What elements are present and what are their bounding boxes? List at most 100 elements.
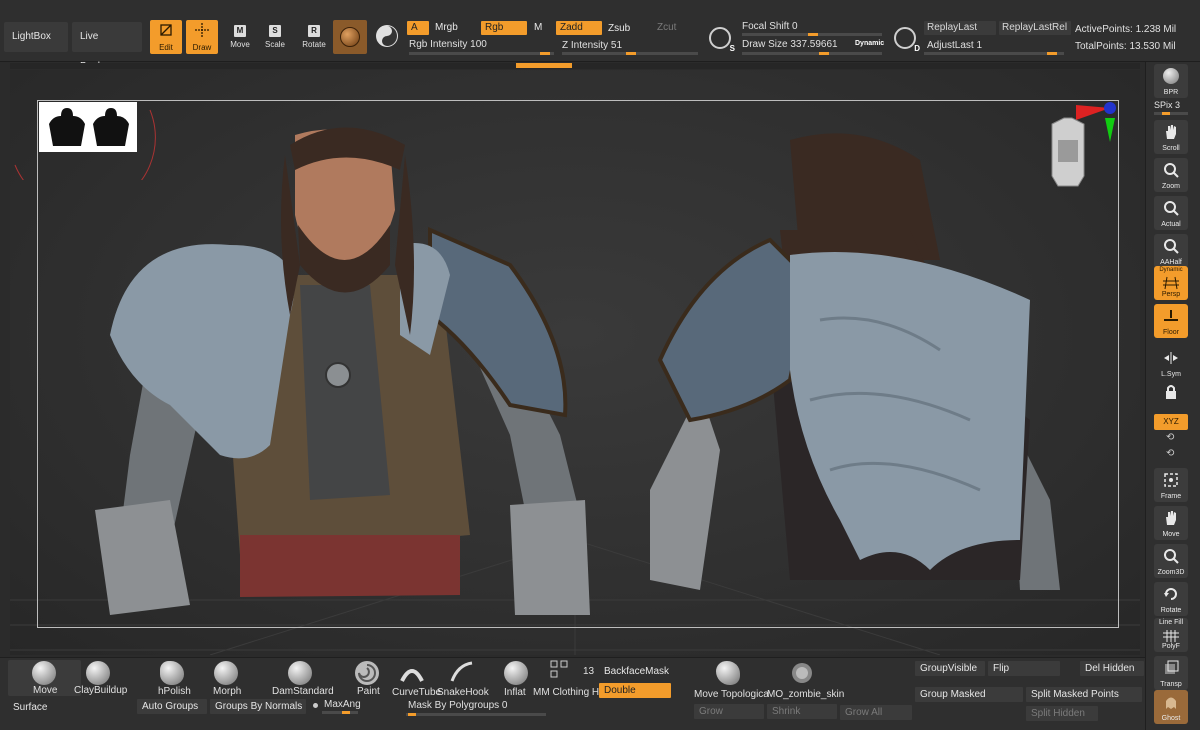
split-hidden-button[interactable]: Split Hidden: [1026, 706, 1098, 721]
mask-by-polygroups-slider[interactable]: [406, 713, 546, 716]
split-masked-points-button[interactable]: Split Masked Points: [1026, 687, 1142, 702]
max-angle-slider[interactable]: [322, 711, 358, 714]
replay-last-rel-button[interactable]: ReplayLastRel: [999, 21, 1071, 35]
a-toggle[interactable]: A: [407, 21, 429, 35]
transp-label: Transp: [1160, 681, 1182, 688]
double-toggle[interactable]: Double: [599, 683, 671, 698]
aahalf-button[interactable]: AAHalf: [1154, 234, 1188, 268]
draw-size-knob[interactable]: [819, 52, 829, 55]
lsym-label: L.Sym: [1161, 371, 1181, 378]
polyf-button[interactable]: Line Fill PolyF: [1154, 618, 1188, 652]
lsym-button[interactable]: L.Sym: [1154, 346, 1188, 380]
texture-button[interactable]: [376, 25, 398, 47]
symmetry-arrows-icon: [1164, 352, 1178, 364]
zoom3d-button[interactable]: Zoom3D: [1154, 544, 1188, 578]
brush-mm-clothing[interactable]: MM Clothing Ha: [533, 687, 605, 698]
material-button[interactable]: [333, 20, 367, 54]
frame-button[interactable]: Frame: [1154, 468, 1188, 502]
zoom-label: Zoom: [1162, 183, 1180, 190]
character-front-view[interactable]: [90, 115, 590, 625]
magnifier-actual-icon: [1164, 201, 1179, 216]
zcut-toggle[interactable]: Zcut: [653, 21, 693, 35]
brush-inflat[interactable]: Inflat: [504, 687, 526, 698]
viewport-scrollbar-knob[interactable]: [516, 63, 572, 68]
group-visible-button[interactable]: GroupVisible: [915, 661, 985, 676]
brush-paint-icon: [353, 659, 381, 687]
live-boolean-button[interactable]: Live Boolean: [72, 22, 142, 72]
max-angle-knob[interactable]: [342, 711, 350, 714]
z-intensity-knob[interactable]: [626, 52, 637, 55]
brush-mm-clothing-icon: [549, 659, 577, 687]
draw-button[interactable]: Draw: [186, 20, 218, 54]
move-button[interactable]: M Move: [224, 25, 256, 53]
auto-groups-button[interactable]: Auto Groups: [137, 699, 207, 714]
brush-claybuildup[interactable]: ClayBuildup: [74, 685, 127, 696]
bpr-sphere-icon: [1163, 68, 1179, 84]
lock-button[interactable]: [1154, 380, 1188, 414]
floor-button[interactable]: Floor: [1154, 304, 1188, 338]
spix-knob[interactable]: [1162, 112, 1170, 115]
zoom3d-icon: [1164, 549, 1179, 564]
rotate-axis-icon[interactable]: ⟲: [1166, 432, 1174, 443]
rgb-intensity-knob[interactable]: [540, 52, 550, 55]
zadd-toggle[interactable]: Zadd: [556, 21, 602, 35]
mask-by-polygroups-knob[interactable]: [408, 713, 416, 716]
adjust-last-knob[interactable]: [1047, 52, 1057, 55]
surface-menu[interactable]: Surface: [8, 700, 80, 715]
rgb-toggle[interactable]: Rgb: [481, 21, 527, 35]
brush-inflat-icon: [502, 659, 530, 687]
s-mode-button[interactable]: S: [709, 27, 735, 53]
xyz-button[interactable]: XYZ: [1154, 414, 1188, 430]
brush-move[interactable]: Move: [33, 685, 57, 696]
rotate-axis-2-icon[interactable]: ⟲: [1166, 448, 1174, 459]
zsub-toggle[interactable]: Zsub: [604, 22, 650, 36]
m-toggle[interactable]: M: [530, 21, 550, 35]
flip-button[interactable]: Flip: [988, 661, 1060, 676]
draw-size-slider[interactable]: [742, 52, 882, 55]
rgb-intensity-slider[interactable]: [409, 52, 554, 55]
adjust-last-label: AdjustLast 1: [927, 40, 983, 51]
grow-button[interactable]: Grow: [694, 704, 764, 719]
z-axis-ball[interactable]: [1104, 102, 1116, 114]
brush-move-icon: [30, 659, 58, 687]
y-axis-arrow[interactable]: [1105, 118, 1115, 142]
focal-shift-knob[interactable]: [808, 33, 818, 36]
shrink-button[interactable]: Shrink: [767, 704, 837, 719]
persp-button[interactable]: Dynamic Persp: [1154, 266, 1188, 300]
frame-icon: [1164, 473, 1178, 487]
brush-move-topological[interactable]: Move Topologica: [694, 689, 769, 700]
edit-button[interactable]: Edit: [150, 20, 182, 54]
rotate-view-button[interactable]: Rotate: [1154, 582, 1188, 616]
adjust-last-slider[interactable]: [924, 52, 1064, 55]
actual-button[interactable]: Actual: [1154, 196, 1188, 230]
dynamic-toggle[interactable]: Dynamic: [855, 40, 884, 47]
brush-paint[interactable]: Paint: [357, 686, 380, 697]
scale-button[interactable]: S Scale: [259, 25, 291, 53]
brush-curvetube[interactable]: CurveTube: [392, 687, 441, 698]
rotate-button[interactable]: R Rotate: [298, 25, 330, 53]
replay-last-button[interactable]: ReplayLast: [924, 21, 996, 35]
lightbox-button[interactable]: LightBox: [4, 22, 68, 52]
character-back-view[interactable]: [640, 120, 1060, 600]
bpr-button[interactable]: BPR: [1154, 64, 1188, 98]
del-hidden-button[interactable]: Del Hidden: [1080, 661, 1144, 676]
move-view-button[interactable]: Move: [1154, 506, 1188, 540]
zoom-button[interactable]: Zoom: [1154, 158, 1188, 192]
group-masked-button[interactable]: Group Masked: [915, 687, 1023, 702]
brush-morph[interactable]: Morph: [213, 686, 241, 697]
brush-snakehook-icon: [448, 659, 476, 687]
transp-button[interactable]: Transp: [1154, 656, 1188, 690]
spix-slider[interactable]: [1154, 112, 1188, 115]
backface-mask-toggle[interactable]: BackfaceMask: [599, 664, 671, 679]
brush-snakehook[interactable]: SnakeHook: [437, 687, 489, 698]
brush-damstandard[interactable]: DamStandard: [272, 686, 334, 697]
brush-hpolish[interactable]: hPolish: [158, 686, 191, 697]
d-mode-button[interactable]: D: [894, 27, 920, 53]
viewport-scrollbar[interactable]: [10, 63, 1140, 69]
groups-by-normals-button[interactable]: Groups By Normals: [210, 699, 306, 714]
scroll-button[interactable]: Scroll: [1154, 120, 1188, 154]
brush-mo-zombie-skin[interactable]: MO_zombie_skin: [767, 689, 844, 700]
grow-all-button[interactable]: Grow All: [840, 705, 912, 720]
ghost-button[interactable]: Ghost: [1154, 690, 1188, 724]
mrgb-toggle[interactable]: Mrgb: [431, 21, 477, 35]
